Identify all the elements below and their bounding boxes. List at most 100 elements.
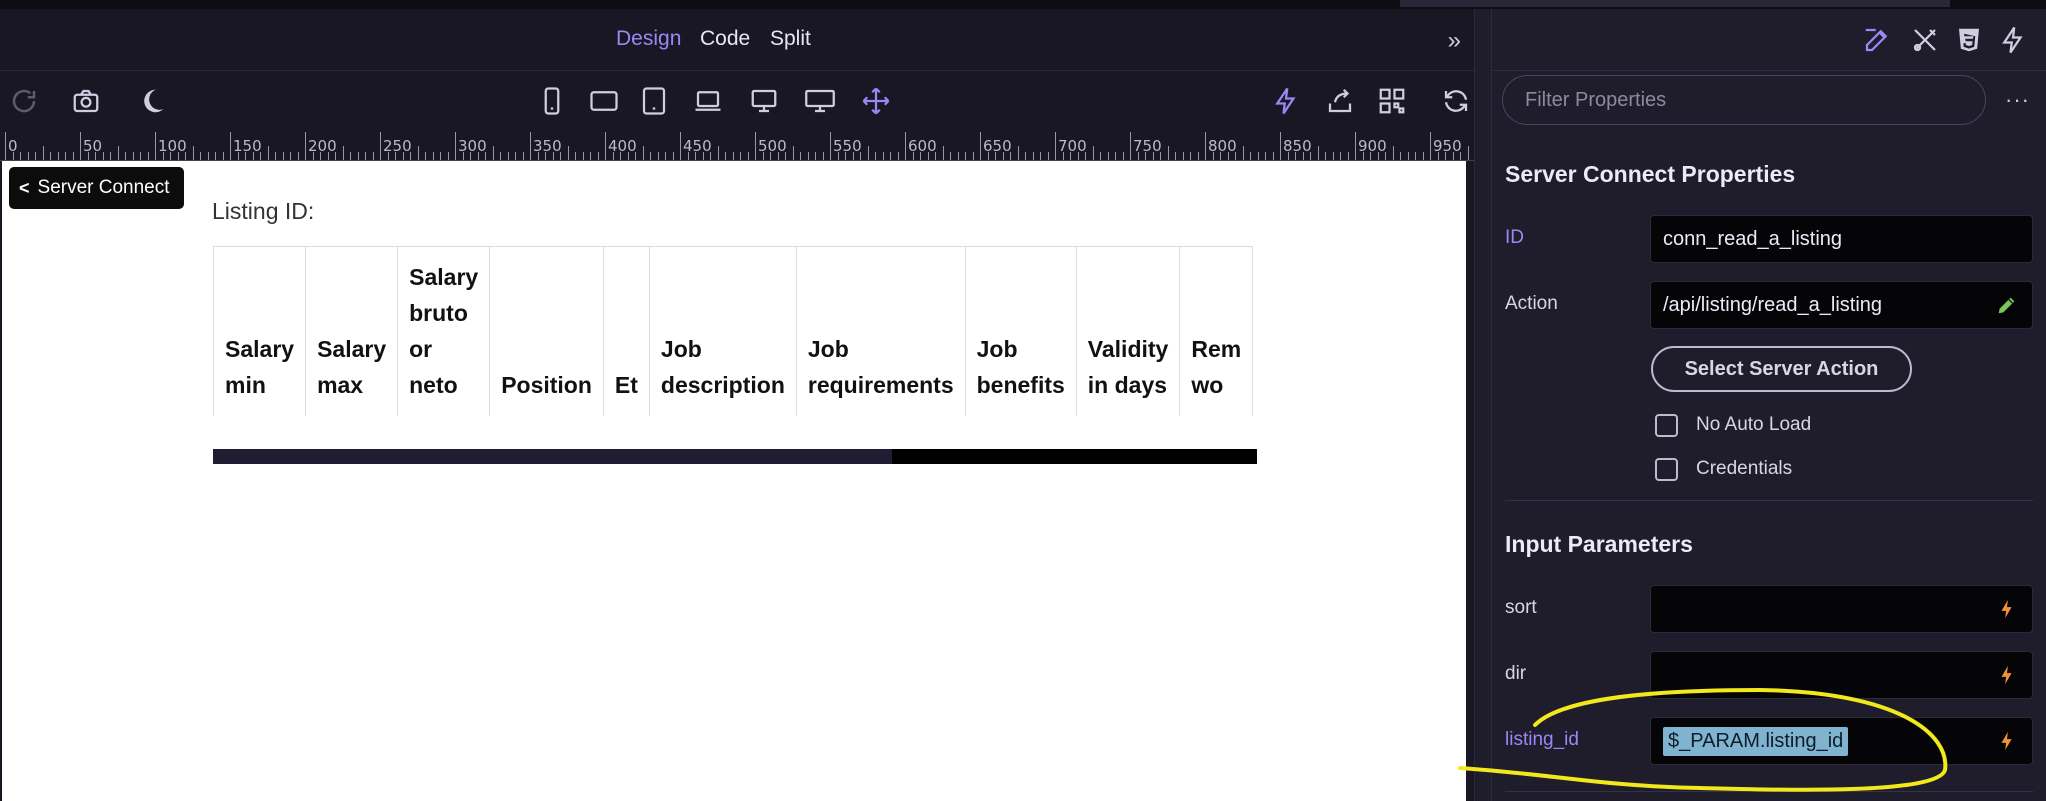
ruler-minor-tick bbox=[710, 152, 711, 160]
ruler-minor-tick bbox=[650, 152, 651, 160]
action-field[interactable]: /api/listing/read_a_listing bbox=[1650, 281, 2033, 329]
design-canvas[interactable]: < Server Connect Listing ID: Salary min Sa… bbox=[2, 161, 1466, 801]
ruler-minor-tick bbox=[717, 146, 719, 160]
section-divider bbox=[1505, 791, 2033, 792]
qr-code-icon[interactable] bbox=[1374, 83, 1410, 119]
id-field[interactable]: conn_read_a_listing bbox=[1650, 215, 2033, 263]
ruler-minor-tick bbox=[477, 152, 479, 160]
lightning-icon[interactable] bbox=[1996, 730, 2018, 752]
table-header-cell[interactable]: Position bbox=[489, 246, 604, 416]
dir-field[interactable] bbox=[1650, 651, 2033, 699]
table-header-cell[interactable]: Salary min bbox=[213, 246, 307, 416]
ruler-minor-tick bbox=[545, 152, 546, 160]
server-connect-properties-title: Server Connect Properties bbox=[1505, 161, 1796, 187]
table-header-cell[interactable]: Validity in days bbox=[1075, 246, 1181, 416]
ruler-minor-tick bbox=[140, 152, 141, 160]
ruler-minor-tick bbox=[1137, 152, 1139, 160]
table-horizontal-scrollbar[interactable] bbox=[213, 449, 1257, 464]
top-strip-bar bbox=[1400, 0, 1950, 7]
more-options-icon[interactable]: ··· bbox=[2005, 87, 2030, 113]
ruler-minor-tick bbox=[1010, 152, 1011, 160]
tools-icon[interactable] bbox=[1910, 25, 1940, 55]
ruler-minor-tick bbox=[807, 152, 809, 160]
ruler-minor-tick bbox=[1310, 152, 1311, 160]
ruler-minor-tick bbox=[1085, 152, 1086, 160]
ruler-minor-tick bbox=[897, 152, 899, 160]
listing-id-param-label: listing_id bbox=[1505, 729, 1579, 750]
ruler-minor-tick bbox=[1362, 152, 1364, 160]
camera-icon[interactable] bbox=[68, 83, 104, 119]
table-header-cell[interactable]: Job benefits bbox=[964, 246, 1077, 416]
ruler-minor-tick bbox=[800, 152, 801, 160]
desktop-icon[interactable] bbox=[746, 83, 782, 119]
ruler-major-tick bbox=[1280, 132, 1281, 160]
tab-design[interactable]: Design bbox=[616, 27, 681, 51]
double-chevron-right-icon[interactable]: » bbox=[1448, 27, 1461, 55]
tablet-landscape-icon[interactable] bbox=[586, 83, 622, 119]
sort-field[interactable] bbox=[1650, 585, 2033, 633]
ruler-minor-tick bbox=[1152, 152, 1154, 160]
ruler-minor-tick bbox=[440, 152, 441, 160]
ruler-minor-tick bbox=[987, 152, 989, 160]
edit-icon[interactable] bbox=[1862, 25, 1892, 55]
ruler-minor-tick bbox=[792, 146, 794, 160]
server-connect-badge[interactable]: < Server Connect bbox=[9, 167, 184, 209]
refresh-icon[interactable] bbox=[1438, 83, 1474, 119]
ruler-minor-tick bbox=[147, 152, 149, 160]
share-icon[interactable] bbox=[1322, 83, 1358, 119]
laptop-icon[interactable] bbox=[690, 83, 726, 119]
ruler-minor-tick bbox=[1400, 152, 1401, 160]
ruler-minor-tick bbox=[342, 146, 344, 160]
ruler-major-tick bbox=[680, 132, 681, 160]
moon-icon[interactable] bbox=[134, 83, 170, 119]
table-header-cell[interactable]: Job description bbox=[648, 246, 797, 416]
credentials-checkbox[interactable] bbox=[1655, 458, 1678, 481]
ruler-minor-tick bbox=[260, 152, 261, 160]
select-server-action-button[interactable]: Select Server Action bbox=[1651, 346, 1912, 392]
tablet-icon[interactable] bbox=[636, 83, 672, 119]
ruler-minor-tick bbox=[327, 152, 329, 160]
ruler-minor-tick bbox=[170, 152, 171, 160]
listing-id-field[interactable]: $_PARAM.listing_id bbox=[1650, 717, 2033, 765]
ruler-minor-tick bbox=[402, 152, 404, 160]
ruler-minor-tick bbox=[1115, 152, 1116, 160]
filter-properties-input[interactable] bbox=[1502, 75, 1986, 125]
lightning-icon[interactable] bbox=[1996, 664, 2018, 686]
tab-code[interactable]: Code bbox=[700, 27, 750, 51]
ruler-minor-tick bbox=[1385, 152, 1386, 160]
css3-icon[interactable] bbox=[1954, 25, 1984, 55]
pencil-icon[interactable] bbox=[1996, 294, 2018, 316]
phone-icon[interactable] bbox=[534, 83, 570, 119]
ruler-minor-tick bbox=[350, 152, 351, 160]
scrollbar-thumb[interactable] bbox=[213, 449, 892, 464]
redo-icon[interactable] bbox=[6, 83, 42, 119]
top-strip bbox=[0, 0, 2046, 9]
ruler-minor-tick bbox=[387, 152, 389, 160]
table-header-cell[interactable]: Et bbox=[602, 246, 650, 416]
table-header-cell[interactable]: Job requirements bbox=[795, 246, 966, 416]
ruler-minor-tick bbox=[1445, 152, 1446, 160]
ruler-minor-tick bbox=[672, 152, 674, 160]
ruler-minor-tick bbox=[1122, 152, 1124, 160]
ruler-minor-tick bbox=[200, 152, 201, 160]
no-auto-load-checkbox[interactable] bbox=[1655, 414, 1678, 437]
panel-divider[interactable] bbox=[1474, 9, 1491, 801]
ruler-minor-tick bbox=[852, 152, 854, 160]
ruler-minor-tick bbox=[117, 146, 119, 160]
ruler-minor-tick bbox=[87, 152, 89, 160]
ruler-minor-tick bbox=[957, 152, 959, 160]
table-header-cell[interactable]: Salary bruto or neto bbox=[397, 246, 491, 416]
table-header-cell[interactable]: Salary max bbox=[305, 246, 399, 416]
table-header-cell[interactable]: Rem wo bbox=[1179, 246, 1254, 416]
wide-desktop-icon[interactable] bbox=[802, 83, 838, 119]
lightning-icon[interactable] bbox=[1996, 598, 2018, 620]
lightning-icon[interactable] bbox=[1998, 25, 2028, 55]
ruler-minor-tick bbox=[1227, 152, 1229, 160]
ruler-minor-tick bbox=[777, 152, 779, 160]
ruler-minor-tick bbox=[125, 152, 126, 160]
lightning-icon[interactable] bbox=[1268, 83, 1304, 119]
tab-split[interactable]: Split bbox=[770, 27, 811, 51]
listing-id-value: $_PARAM.listing_id bbox=[1663, 726, 1849, 756]
move-icon[interactable] bbox=[858, 83, 894, 119]
ruler-major-tick bbox=[155, 132, 156, 160]
